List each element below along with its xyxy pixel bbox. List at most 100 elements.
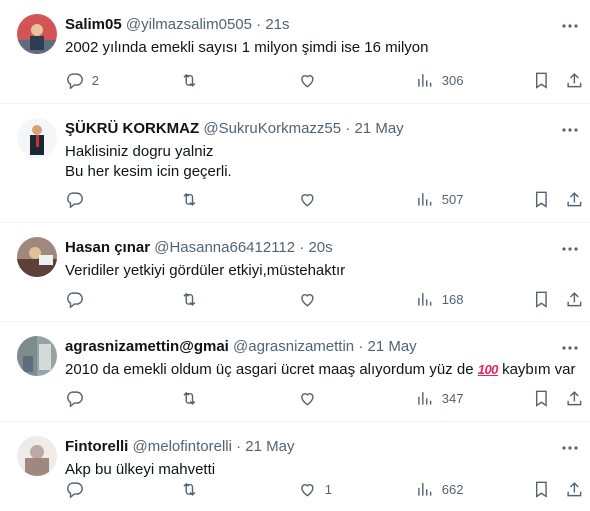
timestamp[interactable]: 21 May [367, 338, 416, 355]
retweet-icon [183, 73, 196, 87]
share-button[interactable] [565, 479, 584, 499]
analytics-icon [418, 192, 432, 206]
share-icon [567, 481, 582, 496]
bookmark-button[interactable] [532, 289, 551, 309]
reply-icon [67, 192, 83, 209]
hundred-points-emoji: 100 [477, 362, 499, 377]
share-button[interactable] [565, 189, 584, 209]
more-options-icon[interactable] [560, 338, 580, 358]
tweet-text-line: kaybım var [502, 361, 576, 378]
tweet-actions: 507 [65, 189, 585, 209]
reply-button[interactable] [65, 388, 92, 408]
timestamp[interactable]: 21s [265, 16, 289, 33]
retweet-button[interactable] [180, 70, 207, 90]
tweet-text-line: 2010 da emekli oldum üç asgari ücret maa… [65, 361, 474, 378]
bookmark-icon [535, 481, 547, 498]
analytics-icon [418, 73, 432, 87]
bookmark-button[interactable] [532, 479, 551, 499]
like-count: 1 [324, 481, 332, 497]
avatar[interactable] [17, 336, 57, 376]
more-options-icon[interactable] [560, 120, 580, 140]
display-name[interactable]: Salim05 [65, 16, 122, 33]
tweet-text-line: Haklisiniz dogru yalniz [65, 143, 214, 160]
tweet[interactable]: Salim05 @yilmazsalim0505 · 21s 2002 yılı… [0, 0, 590, 104]
reply-button[interactable] [65, 189, 92, 209]
heart-icon [301, 483, 314, 497]
display-name[interactable]: Hasan çınar [65, 239, 150, 256]
display-name[interactable]: agrasnizamettin@gmai [65, 338, 229, 355]
user-handle[interactable]: @melofintorelli [133, 438, 232, 455]
reply-button[interactable] [65, 289, 92, 309]
avatar[interactable] [17, 14, 57, 54]
analytics-icon [418, 391, 432, 405]
share-button[interactable] [565, 289, 584, 309]
more-options-icon[interactable] [560, 438, 580, 458]
views-button[interactable]: 347 [415, 388, 463, 408]
like-button[interactable] [298, 388, 325, 408]
views-button[interactable]: 507 [415, 189, 463, 209]
tweet-text: 2002 yılında emekli sayısı 1 milyon şimd… [65, 38, 582, 58]
tweet-text-line: 2002 yılında emekli sayısı 1 milyon şimd… [65, 39, 429, 56]
tweet[interactable]: Hasan çınar @Hasanna66412112 · 20s Verid… [0, 223, 590, 322]
views-button[interactable]: 168 [415, 289, 463, 309]
view-count: 662 [441, 481, 464, 497]
retweet-icon [183, 192, 196, 206]
views-button[interactable]: 662 [415, 479, 463, 499]
retweet-button[interactable] [180, 388, 207, 408]
share-icon [567, 390, 582, 405]
tweet-text: Akp bu ülkeyi mahvetti [65, 460, 582, 480]
like-button[interactable] [298, 70, 325, 90]
avatar[interactable] [17, 436, 57, 476]
bookmark-button[interactable] [532, 388, 551, 408]
heart-icon [301, 293, 314, 307]
share-icon [567, 191, 582, 206]
avatar[interactable] [17, 237, 57, 277]
heart-icon [301, 392, 314, 406]
retweet-icon [183, 482, 196, 496]
tweet[interactable]: agrasnizamettin@gmai @agrasnizamettin · … [0, 322, 590, 422]
tweet-actions: 1 662 [65, 479, 585, 499]
tweet[interactable]: Fintorelli @melofintorelli · 21 May Akp … [0, 422, 590, 511]
like-button[interactable] [298, 289, 325, 309]
view-count: 306 [441, 72, 464, 88]
bookmark-button[interactable] [532, 189, 551, 209]
reply-feed: Salim05 @yilmazsalim0505 · 21s 2002 yılı… [0, 0, 590, 511]
tweet-text: Haklisiniz dogru yalniz Bu her kesim ici… [65, 142, 582, 182]
bookmark-icon [535, 72, 547, 89]
analytics-icon [418, 292, 432, 306]
share-button[interactable] [565, 70, 584, 90]
share-icon [567, 291, 582, 306]
timestamp[interactable]: 21 May [354, 120, 403, 137]
retweet-icon [183, 391, 196, 405]
user-handle[interactable]: @agrasnizamettin [233, 338, 354, 355]
views-button[interactable]: 306 [415, 70, 463, 90]
reply-icon [67, 73, 83, 90]
tweet-header: ŞÜKRÜ KORKMAZ @SukruKorkmazz55 · 21 May [65, 119, 582, 139]
display-name[interactable]: ŞÜKRÜ KORKMAZ [65, 120, 199, 137]
bookmark-button[interactable] [532, 70, 551, 90]
bookmark-icon [535, 390, 547, 407]
like-button[interactable]: 1 [298, 479, 332, 499]
timestamp[interactable]: 21 May [245, 438, 294, 455]
separator-dot: · [345, 120, 351, 137]
user-handle[interactable]: @Hasanna66412112 [154, 239, 295, 256]
share-button[interactable] [565, 388, 584, 408]
display-name[interactable]: Fintorelli [65, 438, 128, 455]
tweet-header: Fintorelli @melofintorelli · 21 May [65, 437, 582, 457]
more-options-icon[interactable] [560, 16, 580, 36]
retweet-button[interactable] [180, 289, 207, 309]
bookmark-icon [535, 291, 547, 308]
separator-dot: · [236, 438, 242, 455]
reply-button[interactable]: 2 [65, 70, 99, 90]
avatar[interactable] [17, 118, 57, 158]
retweet-button[interactable] [180, 189, 207, 209]
more-options-icon[interactable] [560, 239, 580, 259]
tweet-actions: 168 [65, 289, 585, 309]
user-handle[interactable]: @SukruKorkmazz55 [203, 120, 341, 137]
reply-button[interactable] [65, 479, 92, 499]
timestamp[interactable]: 20s [308, 239, 332, 256]
retweet-button[interactable] [180, 479, 207, 499]
user-handle[interactable]: @yilmazsalim0505 [126, 16, 252, 33]
like-button[interactable] [298, 189, 325, 209]
tweet[interactable]: ŞÜKRÜ KORKMAZ @SukruKorkmazz55 · 21 May … [0, 104, 590, 223]
